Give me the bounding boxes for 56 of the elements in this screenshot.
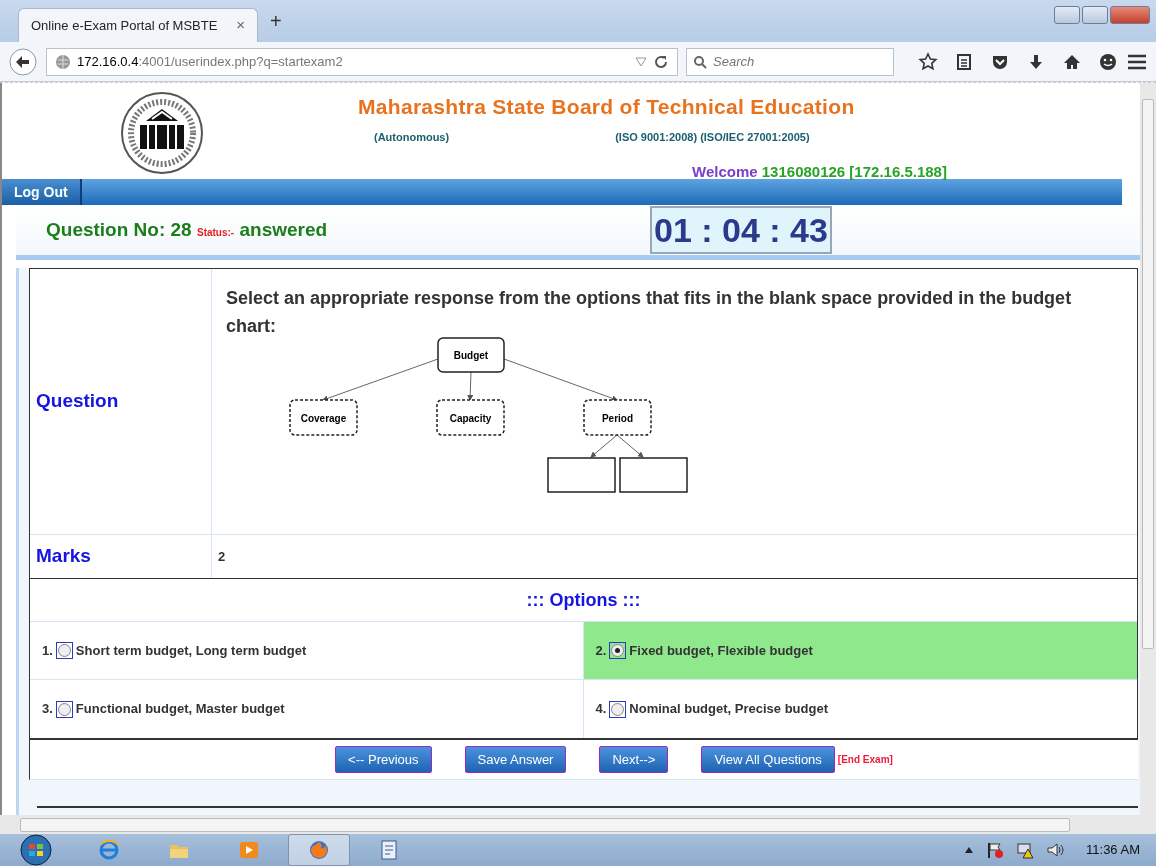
globe-icon	[55, 53, 71, 70]
certification-text: (ISO 9001:2008) (ISO/IEC 27001:2005)	[615, 129, 810, 145]
nav-button[interactable]: Next-->	[599, 745, 669, 774]
question-status-text: Question No: 28 Status:- answered	[46, 217, 329, 242]
back-icon[interactable]	[8, 46, 38, 77]
tray-arrow-icon[interactable]	[964, 846, 975, 854]
nav-button[interactable]: Save Answer	[464, 745, 567, 774]
countdown-timer: 01 : 04 : 43	[650, 206, 832, 254]
network-icon[interactable]	[1016, 841, 1035, 859]
volume-icon[interactable]	[1046, 841, 1065, 859]
nav-button[interactable]: <-- Previous	[335, 745, 432, 774]
blank-box	[619, 457, 688, 493]
arrow	[467, 371, 474, 401]
reading-list-icon[interactable]	[954, 51, 974, 72]
browser-tab[interactable]: Online e-Exam Portal of MSBTE ×	[18, 8, 258, 42]
diagram-node: Coverage	[289, 399, 358, 436]
clock-time[interactable]: 11:36 AM	[1086, 840, 1140, 860]
search-icon	[693, 54, 707, 69]
firefox-icon[interactable]	[308, 839, 330, 861]
reload-icon[interactable]	[653, 53, 669, 70]
arrow	[590, 434, 618, 458]
dropdown-icon[interactable]	[635, 56, 647, 67]
minimize-button[interactable]	[1054, 6, 1080, 24]
answer-option[interactable]: 4. Nominal budget, Precise budget	[583, 680, 1137, 738]
marks-label: Marks	[36, 544, 91, 569]
subtitle-text: (Autonomous)	[374, 129, 450, 145]
site-title: Maharashtra State Board of Technical Education	[358, 94, 856, 120]
blank-box	[547, 457, 616, 493]
diagram-node: Capacity	[436, 399, 505, 436]
vertical-scrollbar[interactable]	[1140, 83, 1156, 815]
close-icon[interactable]: ×	[236, 14, 245, 37]
maximize-button[interactable]	[1082, 6, 1108, 24]
marks-value: 2	[218, 547, 226, 566]
answer-option[interactable]: 2. Fixed budget, Flexible budget	[583, 622, 1137, 680]
new-tab-icon[interactable]: +	[270, 6, 282, 36]
question-label: Question	[36, 389, 119, 414]
tab-title: Online e-Exam Portal of MSBTE	[31, 16, 219, 35]
star-icon[interactable]	[918, 51, 938, 72]
taskbar-button[interactable]	[288, 834, 350, 866]
flag-alert-icon[interactable]	[986, 841, 1005, 859]
document-app-icon[interactable]	[378, 839, 400, 861]
welcome-text: Welcome 1316080126 [172.16.5.188]	[692, 162, 947, 182]
options-heading: ::: Options :::	[526, 590, 641, 610]
arrow	[616, 434, 644, 458]
address-bar[interactable]: 172.16.0.4:4001/userindex.php?q=startexam2	[46, 47, 678, 76]
url-text: 172.16.0.4:4001/userindex.php?q=startexam2	[77, 52, 344, 71]
smiley-icon[interactable]	[1098, 51, 1118, 72]
answer-option[interactable]: 3. Functional budget, Master budget	[30, 680, 584, 738]
nav-button[interactable]: View All Questions	[701, 745, 835, 774]
answer-option[interactable]: 1. Short term budget, Long term budget	[30, 622, 584, 680]
end-exam-link[interactable]: [End Exam]	[837, 752, 893, 767]
question-text: Select an appropriate response from the options that fits in the blank space provided in the budget chart:	[226, 287, 1073, 338]
diagram-node: Budget	[437, 337, 505, 373]
logout-button[interactable]: Log Out	[2, 179, 82, 205]
horizontal-scrollbar[interactable]	[0, 815, 1156, 834]
diagram-node: Period	[583, 399, 652, 436]
